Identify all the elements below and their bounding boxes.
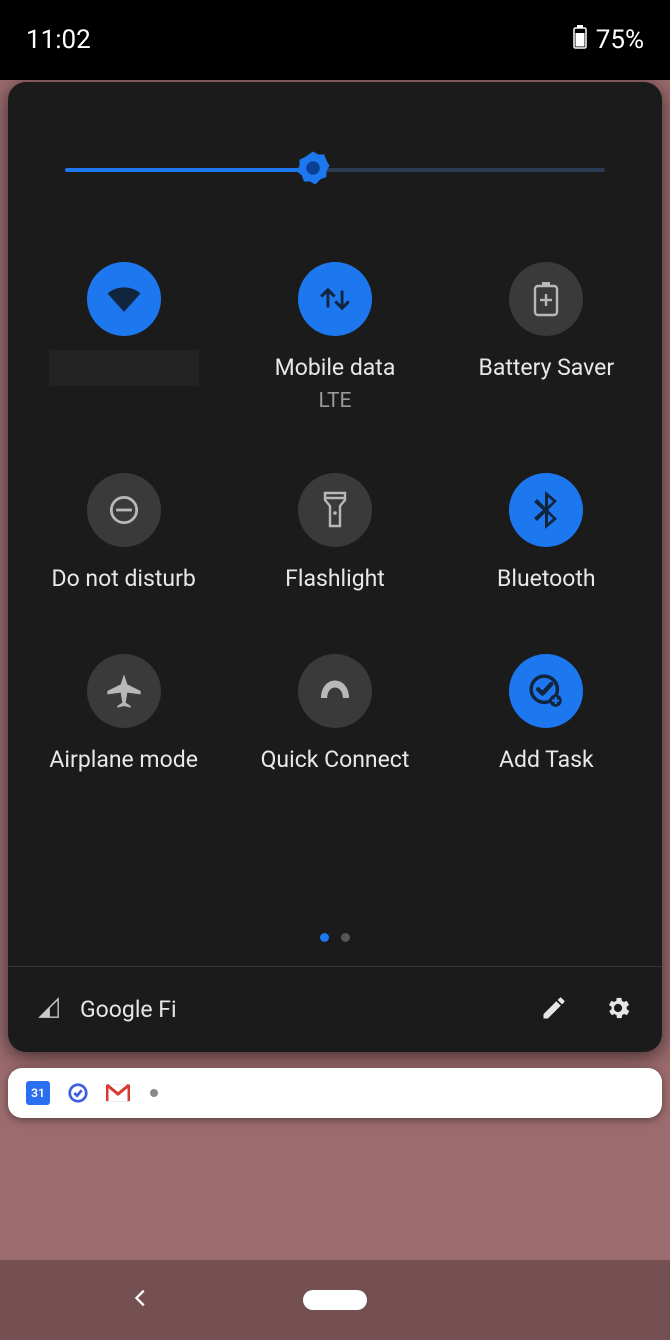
tile-label: Quick Connect [261,746,410,775]
tile-do-not-disturb[interactable]: Do not disturb [18,473,229,594]
tile-label: Do not disturb [52,565,196,594]
dnd-icon [87,473,161,547]
mobile-data-icon [298,262,372,336]
tile-wifi[interactable] [18,262,229,413]
notification-bar[interactable]: 31 [8,1068,662,1118]
gmail-icon [106,1081,130,1105]
battery-icon [572,25,588,56]
tile-label: Mobile data [275,354,396,383]
tile-mobile-data[interactable]: Mobile data LTE [229,262,440,413]
pencil-icon [540,994,568,1026]
tile-battery-saver[interactable]: Battery Saver [441,262,652,413]
brightness-slider[interactable] [65,168,605,172]
navigation-bar [0,1260,670,1340]
tile-label: Bluetooth [497,565,596,594]
brightness-row [8,82,662,257]
gear-icon [604,994,632,1026]
flashlight-icon [298,473,372,547]
tile-quick-connect[interactable]: Quick Connect [229,654,440,775]
calendar-icon: 31 [26,1081,50,1105]
settings-button[interactable] [596,988,640,1032]
back-button[interactable] [130,1287,152,1313]
more-notifications-dot [150,1089,158,1097]
home-pill[interactable] [303,1290,367,1310]
tile-label [49,350,199,386]
panel-footer: Google Fi [8,966,662,1052]
tile-label: Flashlight [285,565,385,594]
brightness-thumb-icon[interactable] [295,150,331,190]
battery-percent: 75% [596,25,644,55]
tile-label: Add Task [499,746,594,775]
add-task-icon [509,654,583,728]
brightness-slider-fill [65,168,313,172]
tiles-grid: Mobile data LTE Battery Saver Do not dis… [8,257,662,774]
status-bar: 11:02 75% [0,0,670,80]
page-dot[interactable] [320,933,329,942]
tile-flashlight[interactable]: Flashlight [229,473,440,594]
tile-add-task[interactable]: Add Task [441,654,652,775]
tile-label: Airplane mode [49,746,197,775]
wifi-icon [87,262,161,336]
battery-saver-icon [509,262,583,336]
page-dot[interactable] [341,933,350,942]
tile-sublabel: LTE [319,389,352,413]
edit-button[interactable] [532,988,576,1032]
status-right: 75% [572,25,644,56]
ticktick-icon [66,1081,90,1105]
bluetooth-icon [509,473,583,547]
signal-icon [38,997,60,1023]
quick-connect-icon [298,654,372,728]
quick-settings-panel: Mobile data LTE Battery Saver Do not dis… [8,82,662,1052]
status-time: 11:02 [26,25,91,55]
tile-label: Battery Saver [478,354,614,383]
tile-airplane-mode[interactable]: Airplane mode [18,654,229,775]
tile-bluetooth[interactable]: Bluetooth [441,473,652,594]
airplane-icon [87,654,161,728]
page-indicator [8,933,662,966]
carrier-label[interactable]: Google Fi [80,996,177,1023]
